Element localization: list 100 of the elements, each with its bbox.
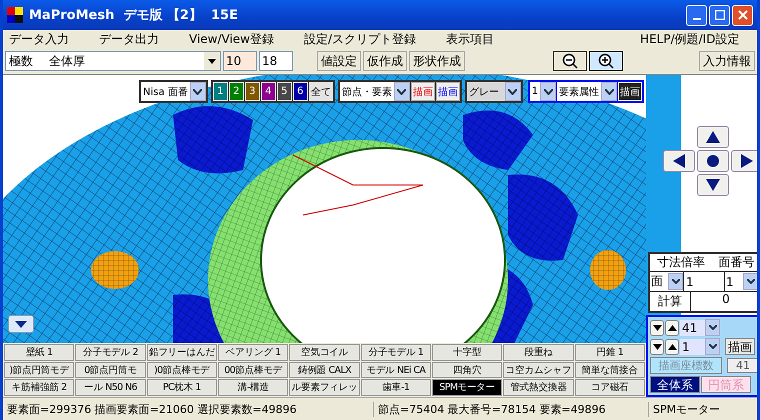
- face-color-button[interactable]: 1: [212, 82, 228, 101]
- scale-field[interactable]: 1: [684, 272, 724, 291]
- face-number-select[interactable]: Nisa 面番: [141, 82, 206, 101]
- model-button[interactable]: 円錐 1: [574, 344, 645, 361]
- toolbar-button[interactable]: 形状作成: [409, 51, 465, 71]
- draw-button[interactable]: 描画: [436, 82, 460, 101]
- dropdown-arrow-icon: [208, 58, 216, 64]
- column-header: 寸法倍率: [656, 254, 705, 271]
- model-button[interactable]: 歯車-1: [360, 379, 431, 396]
- color-select[interactable]: グレー: [466, 82, 521, 101]
- count-select[interactable]: 1: [680, 338, 720, 354]
- maximize-icon: [714, 10, 724, 20]
- zoom-in-icon: [596, 53, 616, 69]
- up-triangle-icon: [706, 131, 720, 143]
- model-button[interactable]: 四角穴: [432, 362, 502, 378]
- status-text: 節点=75404 最大番号=78154 要素=49896: [374, 402, 649, 416]
- model-button[interactable]: 簡単な筒接合: [574, 362, 645, 378]
- model-button[interactable]: )節点円筒モデ: [4, 362, 74, 378]
- model-button[interactable]: 管式熱交換器: [503, 379, 574, 396]
- menu-item[interactable]: データ出力: [93, 30, 159, 48]
- status-text: SPMモーター: [652, 402, 722, 416]
- model-button[interactable]: ベアリング 1: [218, 344, 288, 361]
- model-button[interactable]: 鋳例題 CALX: [289, 362, 360, 378]
- status-text: 要素面=299376 描画要素面=21060 選択要素数=49896: [3, 402, 374, 416]
- up-triangle-icon: [668, 324, 676, 330]
- input-info-button[interactable]: 入力情報: [699, 51, 755, 71]
- model-button[interactable]: 溝-構造: [218, 379, 288, 396]
- zoom-in-button[interactable]: [589, 51, 623, 71]
- face-color-button[interactable]: 3: [244, 82, 260, 101]
- model-button[interactable]: 壁紙 1: [4, 344, 74, 361]
- center-button[interactable]: [697, 150, 729, 172]
- model-button[interactable]: 段重ね: [503, 344, 574, 361]
- model-button[interactable]: 分子モデル 1: [360, 344, 431, 361]
- model-button[interactable]: SPMモーター: [432, 379, 502, 396]
- draw-button[interactable]: 描画: [410, 82, 435, 101]
- face-color-button[interactable]: 6: [292, 82, 308, 101]
- up-triangle-icon: [668, 344, 676, 350]
- draw-button[interactable]: 描画: [725, 338, 755, 355]
- model-button[interactable]: 0節点円筒モ: [75, 362, 146, 378]
- draw-button[interactable]: 描画: [618, 82, 642, 101]
- model-button[interactable]: 00節点棒モデ: [218, 362, 288, 378]
- toolbar-button[interactable]: 値設定: [317, 51, 361, 71]
- node-element-select[interactable]: 節点・要素: [340, 82, 410, 101]
- model-button[interactable]: モデル NEi CA: [360, 362, 431, 378]
- pan-left-button[interactable]: [663, 150, 695, 172]
- increment-button[interactable]: [665, 320, 679, 336]
- menu-item[interactable]: データ入力: [3, 30, 69, 48]
- face-number-select[interactable]: 1: [725, 272, 757, 291]
- increment-button[interactable]: [665, 338, 679, 354]
- window-title: MaProMesh デモ版 【2】 15E: [29, 7, 238, 24]
- close-icon: [738, 10, 748, 20]
- model-button[interactable]: )0節点棒モデ: [146, 362, 217, 378]
- down-triangle-icon: [652, 344, 662, 350]
- toolbar-button[interactable]: 仮作成: [363, 51, 407, 71]
- value-field[interactable]: 10: [223, 51, 257, 71]
- face-color-button[interactable]: 2: [228, 82, 244, 101]
- model-button[interactable]: キ筋補強筋 2: [4, 379, 74, 396]
- thickness-combo[interactable]: 極数 全体厚: [5, 51, 221, 71]
- coordinate-system-tab[interactable]: 全体系: [650, 376, 700, 393]
- model-button[interactable]: PC枕木 1: [146, 379, 217, 396]
- all-faces-button[interactable]: 全て: [308, 82, 333, 101]
- face-color-button[interactable]: 4: [260, 82, 276, 101]
- value-field[interactable]: 18: [259, 51, 293, 71]
- close-button[interactable]: [732, 4, 753, 26]
- model-button[interactable]: 十字型: [432, 344, 502, 361]
- down-triangle-icon: [706, 179, 720, 191]
- coordinate-count-value: 41: [727, 358, 757, 373]
- decrement-button[interactable]: [650, 320, 664, 336]
- scroll-down-button[interactable]: [8, 315, 34, 334]
- face-color-button[interactable]: 5: [276, 82, 292, 101]
- model-button[interactable]: 鉛フリーはんだ: [146, 344, 217, 361]
- decrement-button[interactable]: [650, 338, 664, 354]
- count-select[interactable]: 41: [680, 320, 720, 336]
- menu-item[interactable]: HELP/例題/ID設定: [634, 30, 740, 48]
- menu-item[interactable]: 表示項目: [440, 30, 494, 48]
- maximize-button[interactable]: [709, 4, 730, 26]
- minimize-button[interactable]: [686, 4, 707, 26]
- model-button[interactable]: 空気コイル: [289, 344, 360, 361]
- coordinate-count-label: 描画座標数: [650, 357, 722, 374]
- pan-right-button[interactable]: [731, 150, 757, 172]
- model-button[interactable]: 分子モデル 2: [75, 344, 146, 361]
- calculate-button[interactable]: 計算: [650, 292, 690, 311]
- app-icon: [7, 7, 23, 23]
- left-triangle-icon: [673, 154, 685, 168]
- menu-item[interactable]: View/View登録: [183, 30, 274, 48]
- dot-icon: [707, 155, 719, 167]
- model-button[interactable]: ール N50 N6: [75, 379, 146, 396]
- pan-up-button[interactable]: [697, 126, 729, 148]
- zoom-out-icon: [560, 53, 580, 69]
- model-button[interactable]: コア磁石: [574, 379, 645, 396]
- model-button[interactable]: コ空カムシャフ: [503, 362, 574, 378]
- menu-item[interactable]: 設定/スクリプト登録: [298, 30, 416, 48]
- right-triangle-icon: [741, 154, 753, 168]
- pan-down-button[interactable]: [697, 174, 729, 196]
- zoom-out-button[interactable]: [553, 51, 587, 71]
- type-select[interactable]: 面: [650, 272, 683, 291]
- minimize-icon: [692, 18, 700, 20]
- number-select[interactable]: 1: [530, 82, 556, 101]
- attribute-select[interactable]: 要素属性: [557, 82, 618, 101]
- model-button[interactable]: ル要素フィレッ: [289, 379, 360, 396]
